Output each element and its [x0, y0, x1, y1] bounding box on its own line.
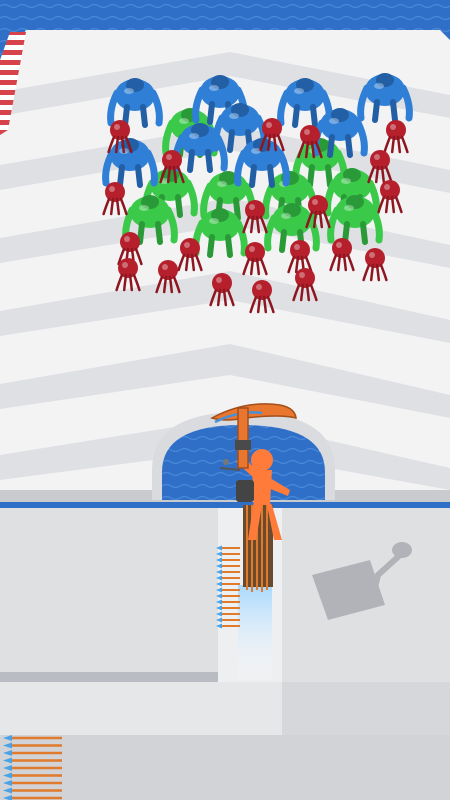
game-scene[interactable]: [0, 0, 450, 800]
lower-platform: [0, 508, 450, 800]
ice-trail: [238, 585, 272, 680]
arrow-pickups[interactable]: [3, 735, 62, 800]
crossbow-magazine: [236, 480, 254, 502]
game-canvas[interactable]: [0, 0, 450, 800]
